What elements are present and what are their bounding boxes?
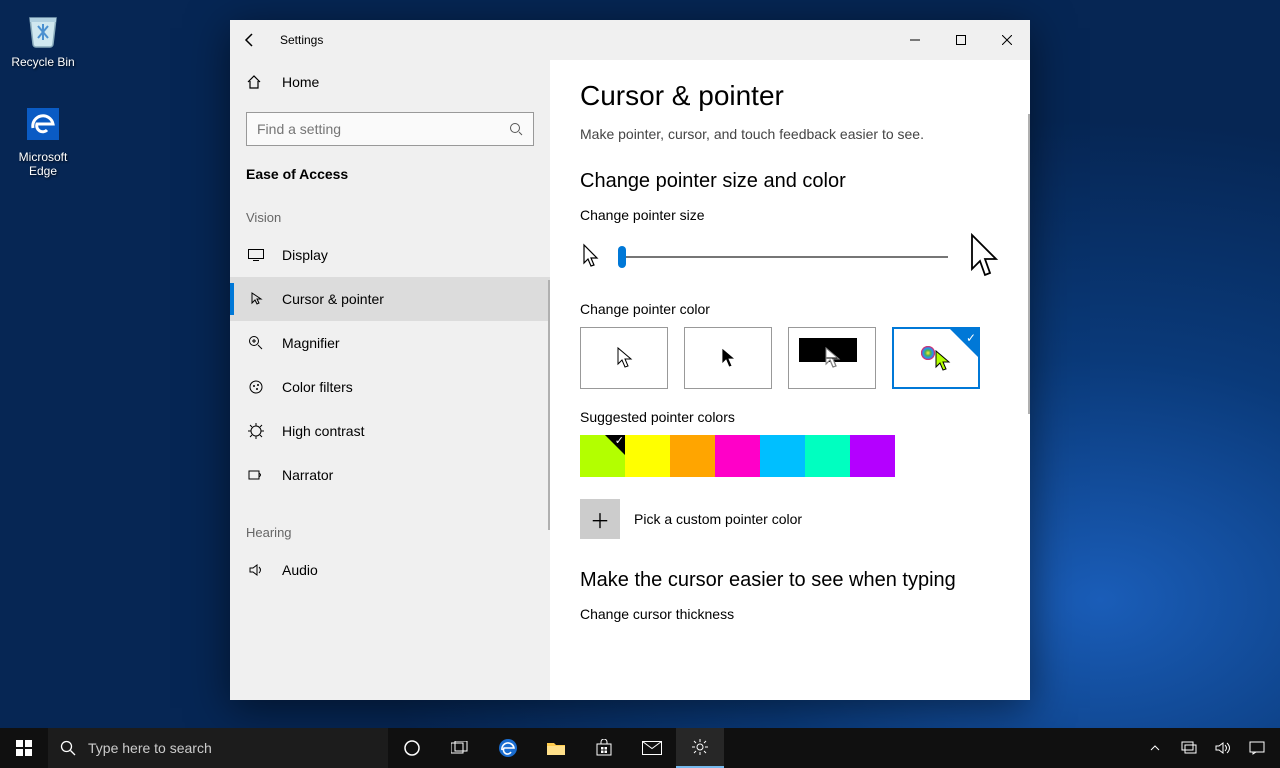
sidebar-item-label: Cursor & pointer — [282, 291, 384, 307]
taskbar-search-placeholder: Type here to search — [88, 740, 212, 756]
cursor-thickness-label: Change cursor thickness — [580, 606, 1000, 622]
large-cursor-icon — [966, 233, 1000, 281]
sidebar-item-high-contrast[interactable]: High contrast — [230, 409, 550, 453]
section-cursor-typing: Make the cursor easier to see when typin… — [580, 569, 1000, 592]
suggested-color-swatch[interactable] — [850, 435, 895, 477]
recycle-bin-icon — [19, 5, 67, 53]
suggested-color-swatch[interactable] — [715, 435, 760, 477]
slider-thumb[interactable] — [618, 246, 626, 268]
titlebar: Settings — [230, 20, 1030, 60]
back-button[interactable] — [230, 20, 270, 60]
sidebar-item-display[interactable]: Display — [230, 233, 550, 277]
audio-icon — [246, 562, 266, 578]
desktop-edge[interactable]: Microsoft Edge — [5, 100, 81, 178]
custom-color-button[interactable]: ＋ — [580, 499, 620, 539]
pointer-color-custom[interactable] — [892, 327, 980, 389]
pointer-color-inverted[interactable] — [788, 327, 876, 389]
narrator-icon — [246, 467, 266, 483]
taskbar-explorer[interactable] — [532, 728, 580, 768]
sidebar-item-label: Magnifier — [282, 335, 340, 351]
display-icon — [246, 249, 266, 261]
search-icon — [60, 740, 76, 756]
suggested-color-swatch[interactable] — [805, 435, 850, 477]
magnifier-icon — [246, 335, 266, 351]
cursor-icon — [246, 291, 266, 307]
taskbar-store[interactable] — [580, 728, 628, 768]
sidebar-item-color-filters[interactable]: Color filters — [230, 365, 550, 409]
desktop-recycle-bin[interactable]: Recycle Bin — [5, 5, 81, 69]
taskbar: Type here to search — [0, 728, 1280, 768]
window-title: Settings — [280, 33, 323, 47]
suggested-color-swatch[interactable] — [670, 435, 715, 477]
search-box[interactable] — [246, 112, 534, 146]
category-label: Ease of Access — [230, 158, 550, 202]
sidebar-item-narrator[interactable]: Narrator — [230, 453, 550, 497]
tray-chevron[interactable] — [1138, 742, 1172, 754]
settings-window: Settings Home Ease of Access Vision Disp… — [230, 20, 1030, 700]
pointer-color-white[interactable] — [580, 327, 668, 389]
slider-track[interactable] — [618, 256, 948, 258]
close-button[interactable] — [984, 20, 1030, 60]
home-button[interactable]: Home — [230, 60, 550, 104]
taskbar-edge[interactable] — [484, 728, 532, 768]
sidebar-item-label: Audio — [282, 562, 318, 578]
sidebar-item-label: High contrast — [282, 423, 364, 439]
pointer-size-slider[interactable] — [580, 233, 1000, 281]
custom-color-label: Pick a custom pointer color — [634, 511, 802, 527]
high-contrast-icon — [246, 423, 266, 439]
suggested-colors — [580, 435, 1000, 477]
sidebar-item-audio[interactable]: Audio — [230, 548, 550, 592]
cortana-button[interactable] — [388, 728, 436, 768]
tray-network[interactable] — [1172, 741, 1206, 755]
page-title: Cursor & pointer — [580, 80, 1000, 112]
taskbar-settings[interactable] — [676, 728, 724, 768]
pointer-size-label: Change pointer size — [580, 207, 1000, 223]
content-scrollbar[interactable] — [1028, 114, 1030, 414]
group-hearing: Hearing — [230, 517, 550, 548]
sidebar-item-label: Color filters — [282, 379, 353, 395]
suggested-colors-label: Suggested pointer colors — [580, 409, 1000, 425]
task-view-button[interactable] — [436, 728, 484, 768]
content: Cursor & pointer Make pointer, cursor, a… — [550, 60, 1030, 700]
search-icon — [509, 122, 523, 136]
tray-volume[interactable] — [1206, 741, 1240, 755]
tray-action-center[interactable] — [1240, 741, 1274, 755]
suggested-color-swatch[interactable] — [625, 435, 670, 477]
sidebar-item-label: Display — [282, 247, 328, 263]
maximize-button[interactable] — [938, 20, 984, 60]
selected-check-icon — [950, 329, 978, 357]
desktop-icon-label: Recycle Bin — [5, 55, 81, 69]
taskbar-search[interactable]: Type here to search — [48, 728, 388, 768]
pointer-color-black[interactable] — [684, 327, 772, 389]
sidebar-item-label: Narrator — [282, 467, 333, 483]
suggested-color-swatch[interactable] — [760, 435, 805, 477]
sidebar: Home Ease of Access Vision Display Curso… — [230, 60, 550, 700]
pointer-color-label: Change pointer color — [580, 301, 1000, 317]
start-button[interactable] — [0, 728, 48, 768]
minimize-button[interactable] — [892, 20, 938, 60]
search-input[interactable] — [257, 121, 509, 137]
home-icon — [246, 74, 266, 90]
suggested-color-swatch[interactable] — [580, 435, 625, 477]
small-cursor-icon — [580, 243, 600, 271]
home-label: Home — [282, 74, 319, 90]
edge-icon — [19, 100, 67, 148]
section-pointer-size-color: Change pointer size and color — [580, 170, 1000, 193]
color-filters-icon — [246, 379, 266, 395]
sidebar-item-cursor[interactable]: Cursor & pointer — [230, 277, 550, 321]
taskbar-mail[interactable] — [628, 728, 676, 768]
page-description: Make pointer, cursor, and touch feedback… — [580, 126, 1000, 142]
sidebar-item-magnifier[interactable]: Magnifier — [230, 321, 550, 365]
desktop-icon-label: Microsoft Edge — [5, 150, 81, 178]
group-vision: Vision — [230, 202, 550, 233]
